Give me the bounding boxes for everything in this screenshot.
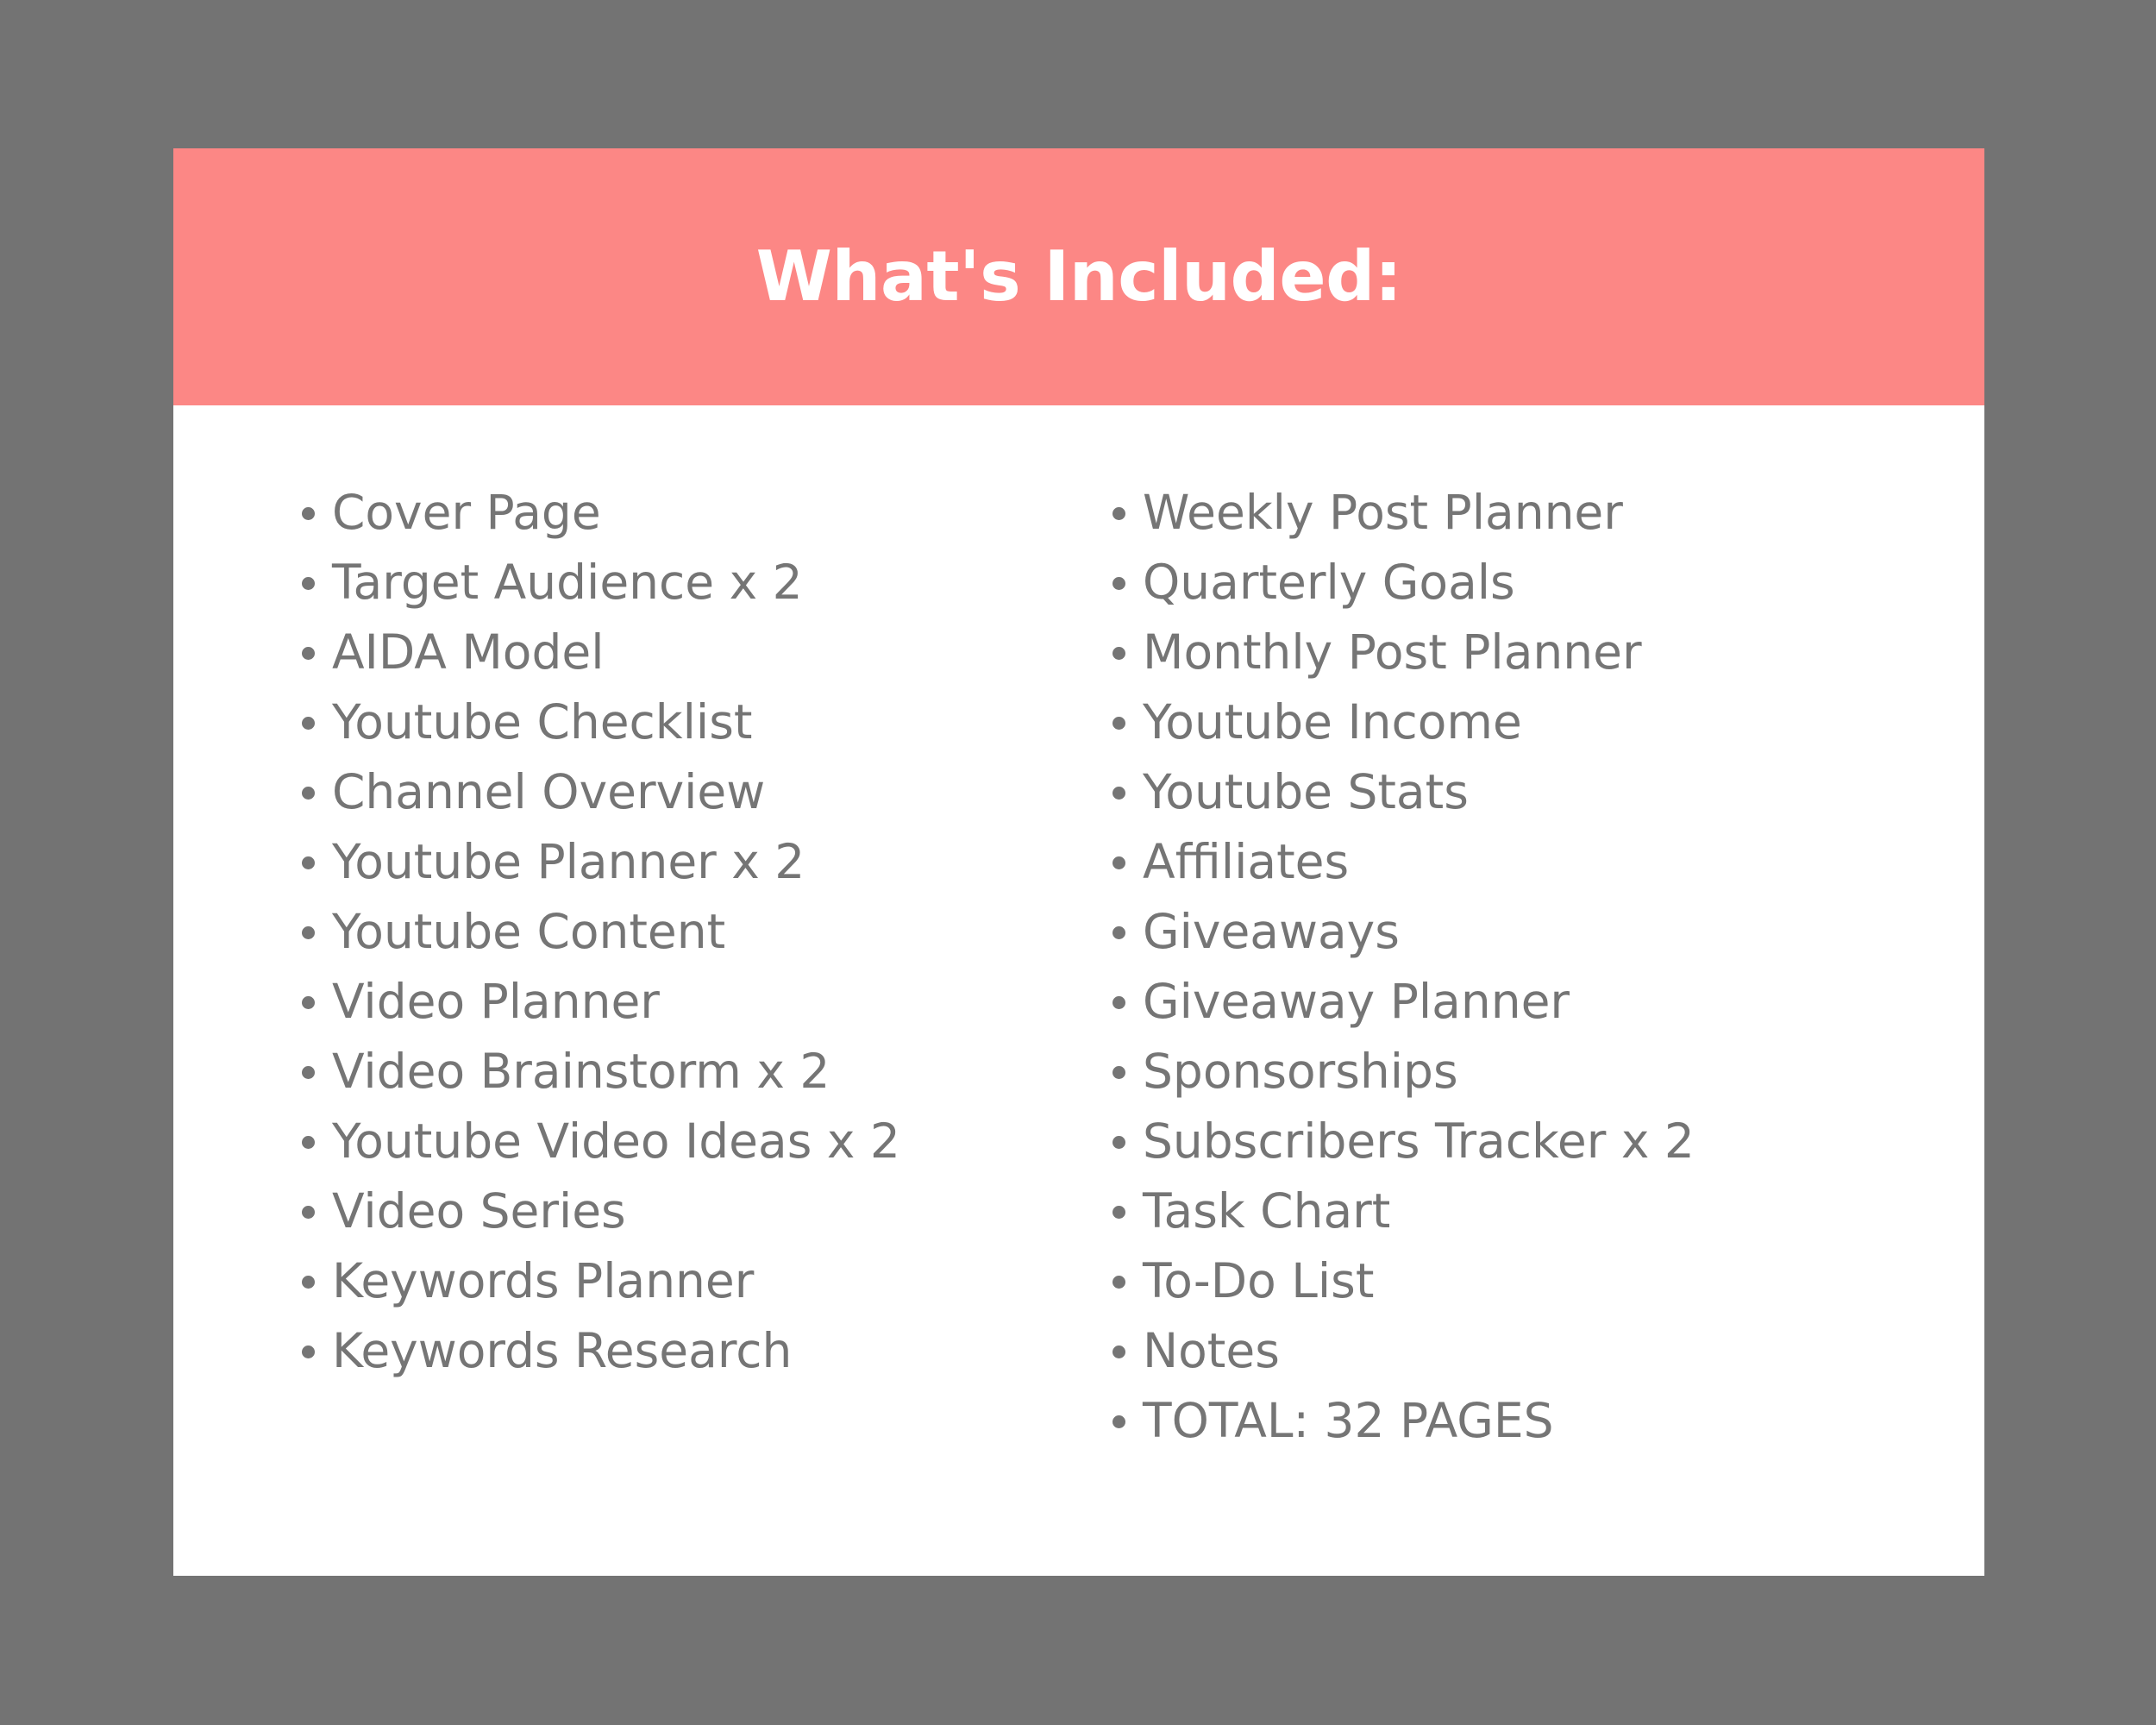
bullet-dot-icon — [1112, 856, 1125, 869]
page-canvas: What's Included: Cover Page Target Audien… — [0, 0, 2156, 1725]
bullet-dot-icon — [1112, 1205, 1125, 1219]
whats-included-card: What's Included: Cover Page Target Audien… — [173, 148, 1984, 1576]
bullet-dot-icon — [1112, 786, 1125, 800]
list-item: Task Chart — [1112, 1176, 1940, 1246]
card-body: Cover Page Target Audience x 2 AIDA Model Y… — [173, 405, 1984, 1576]
list-item: Keywords Research — [302, 1316, 1052, 1386]
list-item-label: Task Chart — [1143, 1183, 1391, 1239]
list-item: TOTAL: 32 PAGES — [1112, 1386, 1940, 1456]
list-item: Video Series — [302, 1176, 1052, 1246]
included-list-left-column: Cover Page Target Audience x 2 AIDA Model Y… — [302, 478, 1052, 1386]
list-item-label: Cover Page — [332, 485, 601, 540]
list-item: AIDA Model — [302, 618, 1052, 687]
list-item-label: Keywords Research — [332, 1323, 793, 1378]
list-item: Target Audience x 2 — [302, 548, 1052, 618]
list-item: Video Planner — [302, 967, 1052, 1037]
list-item-label: Keywords Planner — [332, 1253, 755, 1308]
list-item: Youtube Video Ideas x 2 — [302, 1107, 1052, 1176]
bullet-dot-icon — [302, 506, 315, 520]
bullet-dot-icon — [1112, 1135, 1125, 1149]
list-item-label: Giveaways — [1143, 904, 1400, 959]
list-item: Youtube Stats — [1112, 757, 1940, 827]
list-item-label: Affiliates — [1143, 834, 1350, 889]
list-item-label: Quarterly Goals — [1143, 555, 1515, 610]
list-item: Youtube Content — [302, 897, 1052, 967]
list-item-label: TOTAL: 32 PAGES — [1143, 1393, 1554, 1448]
bullet-dot-icon — [1112, 646, 1125, 660]
bullet-dot-icon — [1112, 925, 1125, 939]
list-item-label: AIDA Model — [332, 624, 605, 680]
list-item-label: Subscribers Tracker x 2 — [1143, 1113, 1695, 1169]
list-item: Affiliates — [1112, 827, 1940, 897]
list-item-label: Youtube Checklist — [332, 694, 753, 750]
list-item: Subscribers Tracker x 2 — [1112, 1107, 1940, 1176]
card-header-band: What's Included: — [173, 148, 1984, 405]
list-item: Sponsorships — [1112, 1037, 1940, 1107]
bullet-dot-icon — [302, 925, 315, 939]
list-item-label: Youtube Income — [1143, 694, 1522, 750]
bullet-dot-icon — [1112, 1275, 1125, 1289]
bullet-dot-icon — [302, 995, 315, 1009]
list-item: Youtube Checklist — [302, 687, 1052, 757]
bullet-dot-icon — [302, 646, 315, 660]
bullet-dot-icon — [302, 1275, 315, 1289]
list-item: Notes — [1112, 1316, 1940, 1386]
bullet-dot-icon — [302, 786, 315, 800]
list-item-label: Video Planner — [332, 974, 660, 1029]
bullet-dot-icon — [1112, 1065, 1125, 1079]
list-item-label: Video Series — [332, 1183, 626, 1239]
bullet-dot-icon — [1112, 576, 1125, 590]
list-item-label: Giveaway Planner — [1143, 974, 1570, 1029]
list-item: Cover Page — [302, 478, 1052, 548]
bullet-dot-icon — [302, 1205, 315, 1219]
list-item-label: Target Audience x 2 — [332, 555, 803, 610]
list-item-label: Channel Overview — [332, 764, 766, 819]
bullet-dot-icon — [302, 856, 315, 869]
list-item: Giveaway Planner — [1112, 967, 1940, 1037]
list-item: Quarterly Goals — [1112, 548, 1940, 618]
bullet-dot-icon — [302, 1065, 315, 1079]
list-item-label: To-Do List — [1143, 1253, 1375, 1308]
list-item-label: Sponsorships — [1143, 1044, 1458, 1099]
list-item-label: Youtube Planner x 2 — [332, 834, 805, 889]
page-title: What's Included: — [755, 236, 1402, 317]
list-item-label: Video Brainstorm x 2 — [332, 1044, 830, 1099]
list-item: Weekly Post Planner — [1112, 478, 1940, 548]
list-item-label: Notes — [1143, 1323, 1280, 1378]
list-item: To-Do List — [1112, 1246, 1940, 1316]
included-list-right-column: Weekly Post Planner Quarterly Goals Monthl… — [1112, 478, 1940, 1456]
bullet-dot-icon — [302, 716, 315, 730]
list-item: Youtube Income — [1112, 687, 1940, 757]
list-item-label: Monthly Post Planner — [1143, 624, 1642, 680]
list-item: Video Brainstorm x 2 — [302, 1037, 1052, 1107]
list-item: Monthly Post Planner — [1112, 618, 1940, 687]
bullet-dot-icon — [302, 576, 315, 590]
bullet-dot-icon — [302, 1135, 315, 1149]
list-item: Keywords Planner — [302, 1246, 1052, 1316]
list-item-label: Youtube Stats — [1143, 764, 1469, 819]
list-item-label: Youtube Content — [332, 904, 726, 959]
bullet-dot-icon — [1112, 1414, 1125, 1428]
bullet-dot-icon — [1112, 995, 1125, 1009]
bullet-dot-icon — [1112, 716, 1125, 730]
list-item-label: Youtube Video Ideas x 2 — [332, 1113, 900, 1169]
list-item: Giveaways — [1112, 897, 1940, 967]
bullet-dot-icon — [1112, 506, 1125, 520]
bullet-dot-icon — [1112, 1345, 1125, 1358]
bullet-dot-icon — [302, 1345, 315, 1358]
list-item-label: Weekly Post Planner — [1143, 485, 1623, 540]
list-item: Youtube Planner x 2 — [302, 827, 1052, 897]
list-item: Channel Overview — [302, 757, 1052, 827]
